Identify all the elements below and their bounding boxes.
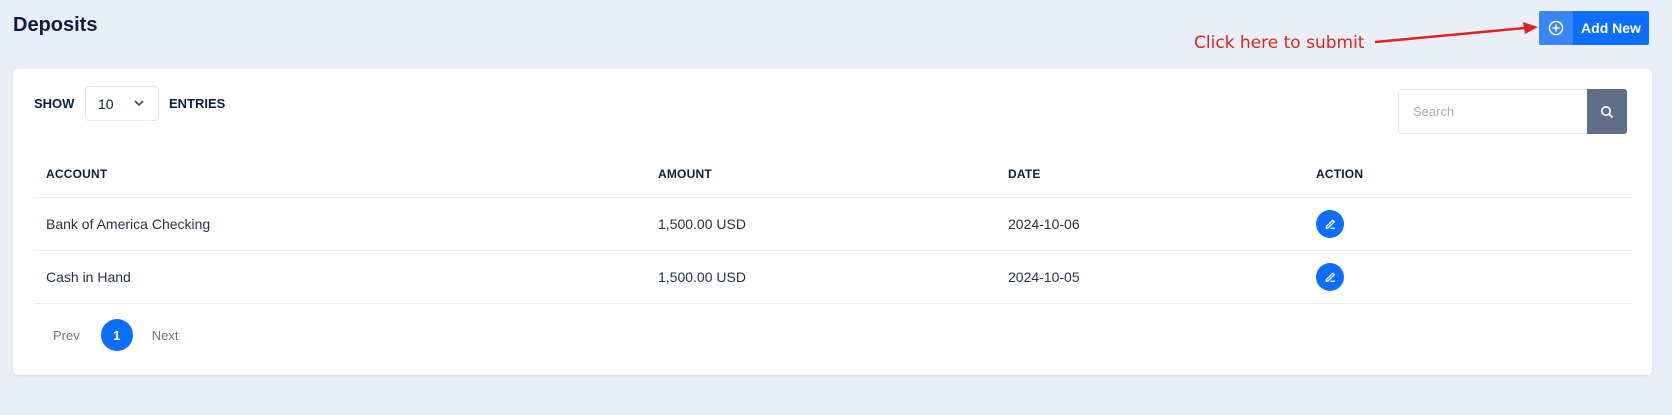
add-new-button[interactable]: Add New (1539, 11, 1649, 45)
table-row: Bank of America Checking 1,500.00 USD 20… (34, 197, 1632, 251)
edit-icon (1325, 272, 1335, 282)
search-icon (1601, 105, 1614, 118)
page-size-select[interactable]: 10 (85, 86, 159, 121)
column-header-action: ACTION (1304, 151, 1632, 198)
add-new-label: Add New (1581, 20, 1641, 36)
column-header-amount[interactable]: AMOUNT (646, 151, 996, 198)
next-page-link[interactable]: Next (152, 328, 179, 343)
deposits-table: ACCOUNT AMOUNT DATE ACTION Bank of Ameri… (34, 151, 1632, 304)
edit-icon (1325, 219, 1335, 229)
edit-button[interactable] (1316, 209, 1344, 238)
pagination: Prev 1 Next (34, 319, 178, 351)
entries-label: ENTRIES (169, 96, 226, 111)
deposits-card: SHOW 10 ENTRIES ACCOUNT AMOUNT DATE ACTI… (13, 69, 1652, 375)
column-header-date[interactable]: DATE (996, 151, 1304, 198)
amount-cell: 1,500.00 USD (646, 250, 996, 304)
current-page-button[interactable]: 1 (100, 319, 133, 351)
prev-page-link[interactable]: Prev (53, 328, 80, 343)
annotation-text: Click here to submit (1194, 33, 1365, 53)
search-button[interactable] (1587, 89, 1627, 134)
annotation-arrow (1375, 22, 1538, 44)
date-cell: 2024-10-06 (996, 197, 1304, 251)
page-size-value: 10 (98, 95, 114, 112)
chevron-down-icon (134, 100, 144, 107)
date-cell: 2024-10-05 (996, 250, 1304, 304)
action-cell (1304, 197, 1632, 251)
account-cell: Cash in Hand (34, 250, 646, 304)
edit-button[interactable] (1316, 262, 1344, 291)
amount-cell: 1,500.00 USD (646, 197, 996, 251)
column-header-account[interactable]: ACCOUNT (34, 151, 646, 198)
table-header-row: ACCOUNT AMOUNT DATE ACTION (34, 151, 1632, 198)
page-title: Deposits (13, 14, 98, 36)
show-label: SHOW (34, 96, 75, 111)
account-cell: Bank of America Checking (34, 197, 646, 251)
action-cell (1304, 250, 1632, 304)
plus-circle-icon (1539, 11, 1573, 45)
search-input[interactable] (1398, 89, 1588, 134)
table-row: Cash in Hand 1,500.00 USD 2024-10-05 (34, 250, 1632, 304)
